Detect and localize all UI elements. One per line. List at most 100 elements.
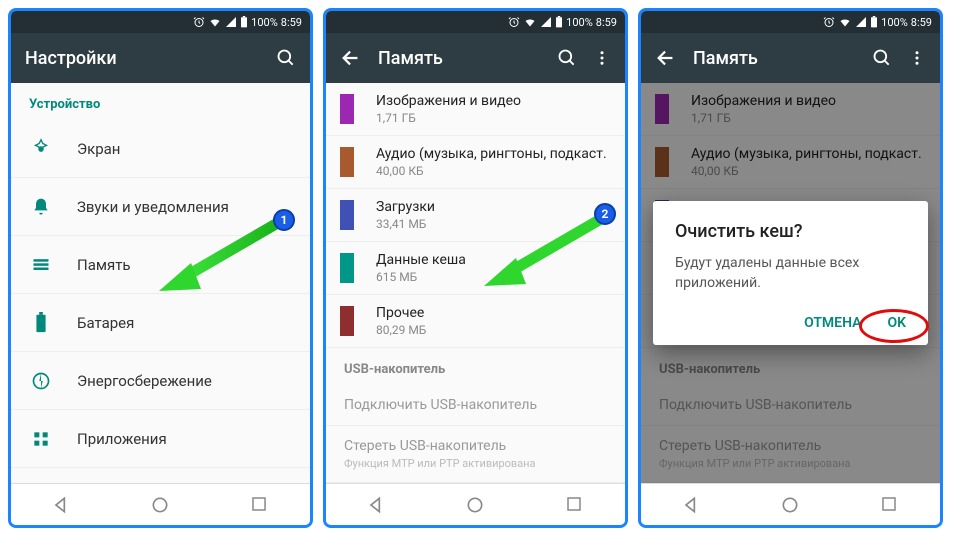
storage-size: 80,29 МБ (376, 323, 426, 337)
storage-label: Данные кеша (376, 252, 466, 268)
annotation-badge-2: 2 (594, 203, 616, 225)
section-device: Устройство (11, 83, 310, 120)
display-icon (29, 137, 53, 161)
search-icon[interactable] (276, 48, 296, 68)
storage-list: Изображения и видео 1,71 ГБ Аудио (музыка… (326, 83, 625, 483)
setting-sound[interactable]: Звуки и уведомления (11, 178, 310, 236)
alarm-icon (823, 16, 835, 28)
storage-size: 1,71 ГБ (376, 111, 521, 125)
back-button[interactable] (51, 495, 71, 515)
setting-label: Приложения (77, 430, 167, 448)
status-time: 8:59 (281, 16, 302, 29)
home-button[interactable] (465, 495, 485, 515)
battery-icon (240, 16, 248, 28)
phone-screen-settings: 100% 8:59 Настройки Устройство Экран Зву… (8, 8, 313, 528)
phone-screen-storage: 100% 8:59 Память Изображения и видео 1,71… (323, 8, 628, 528)
storage-cache[interactable]: Данные кеша 615 МБ (326, 242, 625, 295)
app-bar: Настройки (11, 33, 310, 83)
status-time: 8:59 (911, 16, 932, 29)
battery-icon (555, 16, 563, 28)
back-button[interactable] (681, 495, 701, 515)
storage-label: Прочее (376, 305, 426, 321)
wifi-icon (523, 16, 537, 28)
dialog-message: Будут удалены данные всех приложений. (675, 254, 906, 293)
usb-connect[interactable]: Подключить USB-накопитель (326, 385, 625, 426)
recents-button[interactable] (250, 495, 270, 515)
home-button[interactable] (150, 495, 170, 515)
storage-other[interactable]: Прочее 80,29 МБ (326, 295, 625, 348)
alarm-icon (508, 16, 520, 28)
storage-label: Аудио (музыка, рингтоны, подкаст. (376, 146, 607, 162)
battery-percent: 100% (566, 16, 593, 29)
usb-erase[interactable]: Стереть USB-накопитель Функция MTP или P… (326, 426, 625, 483)
wifi-icon (208, 16, 222, 28)
search-icon[interactable] (872, 48, 892, 68)
android-navbar (326, 483, 625, 525)
storage-images[interactable]: Изображения и видео 1,71 ГБ (326, 83, 625, 136)
battery-percent: 100% (881, 16, 908, 29)
storage-size: 615 МБ (376, 270, 466, 284)
page-title: Память (378, 48, 541, 69)
battery-percent: 100% (251, 16, 278, 29)
signal-icon (225, 16, 237, 28)
color-swatch (340, 253, 354, 283)
setting-label: Батарея (77, 314, 134, 332)
setting-display[interactable]: Экран (11, 120, 310, 178)
wifi-icon (838, 16, 852, 28)
setting-apps[interactable]: Приложения (11, 410, 310, 468)
back-button[interactable] (366, 495, 386, 515)
storage-size: 40,00 КБ (376, 164, 607, 178)
back-arrow-icon[interactable] (340, 47, 362, 69)
color-swatch (340, 94, 354, 124)
alarm-icon (193, 16, 205, 28)
apps-icon (29, 427, 53, 451)
power-icon (29, 369, 53, 393)
battery-icon (29, 311, 53, 335)
setting-battery[interactable]: Батарея (11, 294, 310, 352)
setting-label: Звуки и уведомления (77, 198, 229, 216)
home-button[interactable] (780, 495, 800, 515)
clear-cache-dialog: Очистить кеш? Будут удалены данные всех … (653, 201, 928, 345)
cancel-button[interactable]: ОТМЕНА (804, 315, 861, 331)
back-arrow-icon[interactable] (655, 47, 677, 69)
storage-downloads[interactable]: Загрузки 33,41 МБ (326, 189, 625, 242)
status-time: 8:59 (596, 16, 617, 29)
setting-power[interactable]: Энергосбережение (11, 352, 310, 410)
recents-button[interactable] (565, 495, 585, 515)
page-title: Память (693, 48, 856, 69)
setting-storage[interactable]: Память (11, 236, 310, 294)
storage-label: Загрузки (376, 199, 435, 215)
setting-label: Энергосбережение (77, 372, 212, 390)
storage-icon (29, 253, 53, 277)
usb-label: Стереть USB-накопитель (344, 438, 607, 454)
signal-icon (855, 16, 867, 28)
settings-list: Устройство Экран Звуки и уведомления Пам… (11, 83, 310, 483)
overflow-menu-icon[interactable] (908, 48, 926, 68)
usb-sub: Функция MTP или PTP активирована (344, 457, 607, 470)
annotation-badge-1: 1 (273, 209, 295, 231)
status-bar: 100% 8:59 (641, 11, 940, 33)
setting-label: Экран (77, 140, 120, 158)
android-navbar (641, 483, 940, 525)
section-usb: USB-накопитель (326, 348, 625, 385)
battery-icon (870, 16, 878, 28)
color-swatch (340, 200, 354, 230)
setting-label: Память (77, 256, 131, 274)
bell-icon (29, 195, 53, 219)
storage-label: Изображения и видео (376, 93, 521, 109)
app-bar: Память (326, 33, 625, 83)
overflow-menu-icon[interactable] (593, 48, 611, 68)
ok-button[interactable]: OK (887, 315, 906, 331)
dialog-title: Очистить кеш? (675, 221, 906, 242)
app-bar: Память (641, 33, 940, 83)
status-bar: 100% 8:59 (11, 11, 310, 33)
page-title: Настройки (25, 48, 260, 69)
status-bar: 100% 8:59 (326, 11, 625, 33)
storage-audio[interactable]: Аудио (музыка, рингтоны, подкаст. 40,00 К… (326, 136, 625, 189)
color-swatch (340, 306, 354, 336)
recents-button[interactable] (880, 495, 900, 515)
search-icon[interactable] (557, 48, 577, 68)
signal-icon (540, 16, 552, 28)
color-swatch (340, 147, 354, 177)
storage-size: 33,41 МБ (376, 217, 435, 231)
